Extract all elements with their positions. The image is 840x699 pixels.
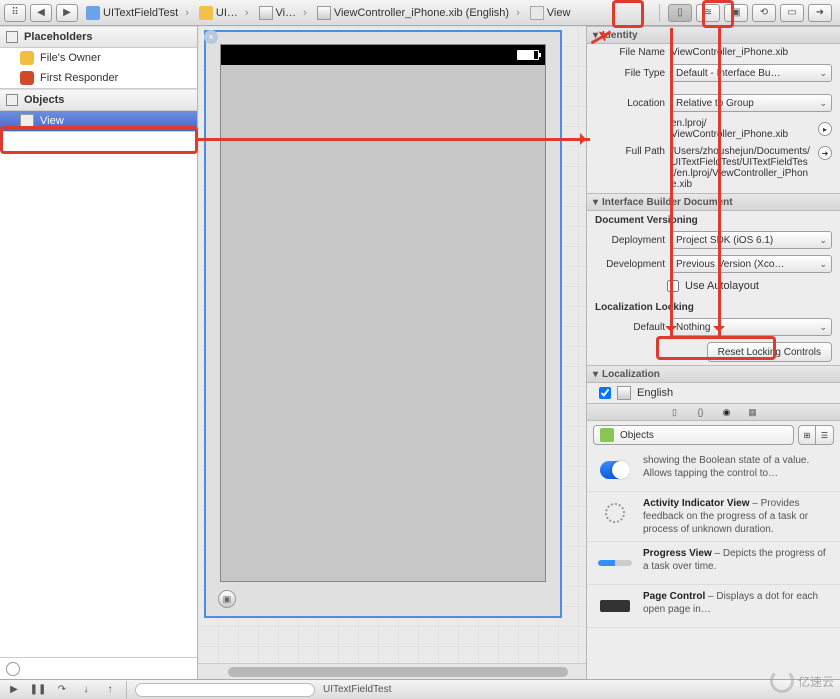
english-label: English xyxy=(637,387,673,399)
english-checkbox[interactable] xyxy=(599,387,611,399)
top-toolbar: ⠿ ◀ ▶ UITextFieldTest UI… Vi… ViewContro… xyxy=(0,0,840,26)
target-name: UITextFieldTest xyxy=(323,684,391,695)
use-autolayout-label: Use Autolayout xyxy=(685,280,759,292)
localization-section-head[interactable]: ▾ Localization xyxy=(587,365,840,383)
nav-back-btn[interactable]: ◀ xyxy=(30,4,52,22)
bc-file[interactable]: ViewController_iPhone.xib (English) xyxy=(313,6,524,20)
loc-lock-title: Localization Locking xyxy=(587,298,840,315)
battery-icon xyxy=(517,50,539,60)
minimize-scene-icon[interactable]: ▣ xyxy=(218,590,236,608)
reveal-location-icon[interactable]: ▸ xyxy=(818,122,832,136)
file-name-label: File Name xyxy=(595,47,665,58)
bc-view[interactable]: View xyxy=(526,6,582,20)
use-autolayout-row[interactable]: Use Autolayout xyxy=(587,276,840,298)
switch-icon xyxy=(600,461,630,479)
files-owner-item[interactable]: File's Owner xyxy=(0,48,197,68)
location-path: en.lproj/ ViewController_iPhone.xib xyxy=(671,118,812,140)
list-item: showing the Boolean state of a value. Al… xyxy=(587,449,840,492)
library-tabs: ▯ {} ◉ ▦ xyxy=(587,403,840,421)
step-into-icon[interactable]: ↓ xyxy=(78,683,94,697)
tab-connections[interactable]: ➜ xyxy=(808,4,832,22)
tab-quick-help[interactable]: ≋ xyxy=(696,4,720,22)
lib-view-list[interactable]: ☰ xyxy=(816,425,834,445)
nav-fwd-btn[interactable]: ▶ xyxy=(56,4,78,22)
lib-tab-code[interactable]: {} xyxy=(693,405,709,419)
default-select[interactable]: Nothing xyxy=(671,318,832,336)
bc-group[interactable]: Vi… xyxy=(255,6,311,20)
location-label: Location xyxy=(595,98,665,109)
list-item: Page Control – Displays a dot for each o… xyxy=(587,585,840,628)
page-control-icon xyxy=(600,600,630,612)
doc-versioning-title: Document Versioning xyxy=(587,211,840,228)
step-out-icon[interactable]: ↑ xyxy=(102,683,118,697)
view-object-item[interactable]: View xyxy=(0,111,197,131)
placeholders-header[interactable]: Placeholders xyxy=(0,26,197,48)
related-items-btn[interactable]: ⠿ xyxy=(4,4,26,22)
library-list[interactable]: showing the Boolean state of a value. Al… xyxy=(587,449,840,679)
activity-indicator-icon xyxy=(605,503,625,523)
debug-filter[interactable] xyxy=(135,683,315,697)
lib-tab-media[interactable]: ▦ xyxy=(745,405,761,419)
pause-icon[interactable]: ❚❚ xyxy=(30,683,46,697)
lib-tab-objects[interactable]: ◉ xyxy=(719,405,735,419)
inspector-panel: ▾ Identity File Name ViewController_iPhon… xyxy=(586,26,840,679)
device-frame[interactable]: × ▣ xyxy=(204,30,562,618)
inspector-tabs: ▯ ≋ ▣ ⟲ ▭ ➜ xyxy=(664,0,836,26)
status-bar xyxy=(221,45,545,65)
root-view[interactable] xyxy=(220,44,546,582)
ibd-section-head[interactable]: ▾ Interface Builder Document xyxy=(587,193,840,211)
canvas-scrollbar[interactable] xyxy=(198,663,586,679)
location-select[interactable]: Relative to Group xyxy=(671,94,832,112)
use-autolayout-checkbox[interactable] xyxy=(667,280,679,292)
deployment-label: Deployment xyxy=(595,235,665,246)
library-filter-select[interactable]: Objects xyxy=(593,425,794,445)
tab-attributes[interactable]: ⟲ xyxy=(752,4,776,22)
reset-locking-button[interactable]: Reset Locking Controls xyxy=(707,342,832,362)
breadcrumb[interactable]: UITextFieldTest UI… Vi… ViewController_i… xyxy=(82,6,655,20)
deployment-select[interactable]: Project SDK (iOS 6.1) xyxy=(671,231,832,249)
close-scene-icon[interactable]: × xyxy=(204,30,218,44)
lib-tab-file[interactable]: ▯ xyxy=(667,405,683,419)
progress-icon xyxy=(598,560,632,566)
objects-header[interactable]: Objects xyxy=(0,89,197,111)
file-name-value: ViewController_iPhone.xib xyxy=(671,47,832,58)
step-over-icon[interactable]: ↷ xyxy=(54,683,70,697)
debug-bar: ▶ ❚❚ ↷ ↓ ↑ UITextFieldTest xyxy=(0,679,840,699)
first-responder-item[interactable]: First Responder xyxy=(0,68,197,88)
list-item: Progress View – Depicts the progress of … xyxy=(587,542,840,585)
tab-size[interactable]: ▭ xyxy=(780,4,804,22)
play-icon[interactable]: ▶ xyxy=(6,683,22,697)
full-path-label: Full Path xyxy=(595,146,665,157)
xib-icon xyxy=(617,386,631,400)
file-type-label: File Type xyxy=(595,68,665,79)
objects-icon xyxy=(600,428,614,442)
lib-view-grid[interactable]: ⊞ xyxy=(798,425,816,445)
file-type-select[interactable]: Default - Interface Bu… xyxy=(671,64,832,82)
filter-icon xyxy=(6,662,20,676)
list-item: Activity Indicator View – Provides feedb… xyxy=(587,492,840,542)
bc-project[interactable]: UITextFieldTest xyxy=(82,6,193,20)
development-label: Development xyxy=(595,259,665,270)
document-outline: Placeholders File's Owner First Responde… xyxy=(0,26,198,679)
tab-file-inspector[interactable]: ▯ xyxy=(668,4,692,22)
canvas: × ▣ xyxy=(198,26,586,679)
ib-canvas[interactable]: × ▣ xyxy=(198,26,586,663)
default-label: Default xyxy=(595,322,665,333)
full-path-value: /Users/zhoushejun/Documents/UITextFieldT… xyxy=(671,146,812,190)
tab-identity[interactable]: ▣ xyxy=(724,4,748,22)
identity-section-head[interactable]: ▾ Identity xyxy=(587,26,840,44)
reveal-fullpath-icon[interactable]: ➜ xyxy=(818,146,832,160)
outline-filter[interactable] xyxy=(0,657,197,679)
bc-folder[interactable]: UI… xyxy=(195,6,253,20)
development-select[interactable]: Previous Version (Xco… xyxy=(671,255,832,273)
